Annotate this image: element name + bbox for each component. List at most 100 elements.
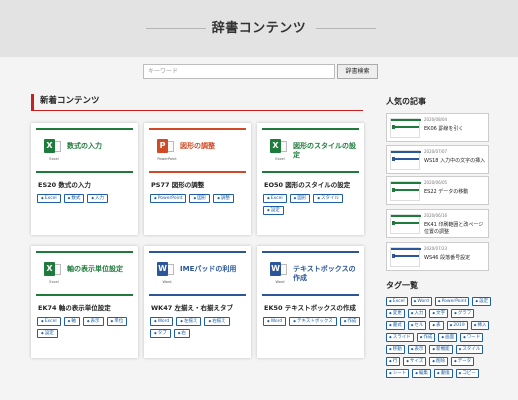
popular-date: 2020/08/04	[424, 117, 448, 122]
tag-button[interactable]: Word	[263, 317, 287, 326]
card-tags: Wordテキストボックス作成	[263, 317, 361, 326]
tag-button[interactable]: スタイル	[313, 194, 344, 203]
excel-icon: X Excel	[270, 139, 288, 161]
popular-title[interactable]: WS46 段落番号設定	[424, 255, 488, 262]
card-title[interactable]: EK50 テキストボックスの作成	[264, 304, 360, 313]
excel-icon: X Excel	[44, 139, 62, 161]
tag-button[interactable]: 編集	[412, 369, 431, 378]
tag-button[interactable]: 変更	[386, 309, 405, 318]
tag-button[interactable]: PowerPoint	[150, 194, 187, 203]
app-logo-icon: P	[157, 139, 168, 153]
tag-button[interactable]: Excel	[37, 194, 61, 203]
tag-button[interactable]: 作成	[339, 317, 361, 326]
popular-thumbnail	[390, 118, 421, 138]
popular-item[interactable]: 2020/06/05 ES22 データの移動	[386, 176, 489, 205]
tag-button[interactable]: 調整	[213, 194, 234, 203]
tag-button[interactable]: Word	[410, 297, 432, 306]
tag-button[interactable]: Excel	[263, 194, 287, 203]
card-thumbnail: X Excel 数式の入力	[36, 128, 133, 174]
tag-button[interactable]: データ	[450, 357, 475, 366]
card-title[interactable]: PS77 図形の調整	[151, 181, 247, 190]
tag-button[interactable]: Excel	[386, 297, 408, 306]
tag-button[interactable]: 左揃え	[176, 317, 202, 326]
thumb-title: テキストボックスの作成	[293, 265, 356, 282]
card-title[interactable]: EO50 図形のスタイルの設定	[264, 181, 360, 190]
tag-button[interactable]: スタイル	[455, 345, 484, 354]
content-card[interactable]: WWordテキストボックスの作成EK50 テキストボックスの作成Wordテキスト…	[257, 246, 364, 358]
content-card[interactable]: WWordIMEパッドの利用WK47 左揃え・右揃えタブWord左揃え右揃えタブ…	[144, 246, 251, 358]
tag-button[interactable]: 文字	[429, 309, 449, 318]
tag-button[interactable]: 設定	[472, 297, 492, 306]
card-title[interactable]: EK74 軸の表示単位設定	[38, 304, 134, 313]
tag-button[interactable]: 作成	[416, 333, 436, 342]
tag-button[interactable]: テキストボックス	[289, 317, 337, 326]
tag-button[interactable]: 2019	[446, 321, 468, 330]
popular-thumbnail	[390, 214, 421, 234]
tag-button[interactable]: 書換	[433, 369, 453, 378]
card-tags: Excel数式入力	[37, 194, 135, 203]
app-name: PowerPoint	[157, 157, 177, 161]
popular-item[interactable]: 2020/07/07 WS18 入力中の文字の挿入	[386, 145, 489, 174]
card-title[interactable]: ES20 数式の入力	[38, 181, 134, 190]
tag-button[interactable]: 設定	[37, 329, 58, 338]
popular-item[interactable]: 2020/08/04 EK06 罫線を引く	[386, 113, 489, 142]
popular-title[interactable]: EK41 印刷範囲と改ページ位置の調整	[424, 222, 488, 236]
tag-button[interactable]: PowerPoint	[434, 297, 470, 306]
card-thumbnail: W Word テキストボックスの作成	[262, 251, 359, 297]
tag-button[interactable]: ワード	[460, 333, 484, 342]
app-logo-icon: X	[44, 139, 55, 153]
card-title[interactable]: WK47 左揃え・右揃えタブ	[151, 304, 247, 313]
popular-title[interactable]: WS18 入力中の文字の挿入	[424, 158, 488, 165]
popular-item[interactable]: 2020/07/23 WS46 段落番号設定	[386, 242, 489, 271]
popular-date: 2020/06/05	[424, 180, 448, 185]
tag-button[interactable]: 図形	[289, 194, 311, 203]
tag-button[interactable]: スライド	[386, 333, 414, 342]
tag-button[interactable]: 表	[429, 321, 444, 330]
tag-button[interactable]: グラフ	[451, 309, 475, 318]
tag-button[interactable]: Excel	[37, 317, 61, 326]
popular-title[interactable]: ES22 データの移動	[424, 189, 488, 196]
tag-button[interactable]: 表示	[407, 345, 427, 354]
tag-button[interactable]: 書式	[386, 321, 405, 330]
tag-button[interactable]: 入力	[87, 194, 109, 203]
content-card[interactable]: PPowerPoint図形の調整PS77 図形の調整PowerPoint図形調整	[144, 123, 251, 235]
tag-button[interactable]: 入力	[407, 309, 427, 318]
tag-button[interactable]: 設定	[263, 206, 284, 215]
popular-title[interactable]: EK06 罫線を引く	[424, 126, 488, 133]
tag-button[interactable]: 新機能	[429, 345, 453, 354]
tag-button[interactable]: サイズ	[403, 357, 427, 366]
tag-button[interactable]: コピー	[455, 369, 479, 378]
tag-button[interactable]: 行	[386, 357, 401, 366]
tag-button[interactable]: 図形	[189, 194, 211, 203]
thumb-title: 図形のスタイルの設定	[293, 142, 356, 159]
tag-button[interactable]: 単位	[106, 317, 128, 326]
tag-button[interactable]: セル	[407, 321, 427, 330]
app-logo-icon: X	[270, 139, 281, 153]
tag-button[interactable]: 右揃え	[204, 317, 230, 326]
tag-button[interactable]: 表示	[82, 317, 104, 326]
search-button[interactable]: 辞書検索	[337, 64, 378, 79]
tag-button[interactable]: 右	[173, 329, 190, 338]
content-card[interactable]: XExcel軸の表示単位設定EK74 軸の表示単位設定Excel軸表示単位設定	[31, 246, 138, 358]
tag-button[interactable]: 数式	[63, 194, 85, 203]
thumb-title: 軸の表示単位設定	[67, 265, 123, 273]
tag-button[interactable]: 挿入	[470, 321, 490, 330]
tag-button[interactable]: シート	[386, 369, 410, 378]
app-name: Excel	[49, 280, 59, 284]
tag-button[interactable]: タブ	[150, 329, 171, 338]
tag-button[interactable]: 削除	[429, 357, 448, 366]
tag-button[interactable]: 移動	[386, 345, 405, 354]
header-banner: 辞書コンテンツ	[0, 0, 518, 57]
tag-button[interactable]: Word	[150, 317, 174, 326]
content-card[interactable]: XExcel数式の入力 ES20 数式の入力 Excel数式入力	[31, 123, 138, 235]
content-card[interactable]: XExcel 図形のスタイルの設定 EO50 図形のスタイルの設定 Excel図形スタ…	[257, 123, 364, 235]
tag-button[interactable]: 画面	[438, 333, 458, 342]
thumb-text-line	[395, 255, 419, 257]
thumb-rule	[391, 151, 421, 153]
popular-item[interactable]: 2020/06/16 EK41 印刷範囲と改ページ位置の調整	[386, 209, 489, 238]
thumb-text-line	[395, 222, 419, 224]
search-input[interactable]	[143, 64, 335, 79]
app-logo-icon: W	[157, 262, 168, 276]
thumb-title: IMEパッドの利用	[180, 265, 237, 273]
tag-button[interactable]: 軸	[63, 317, 80, 326]
